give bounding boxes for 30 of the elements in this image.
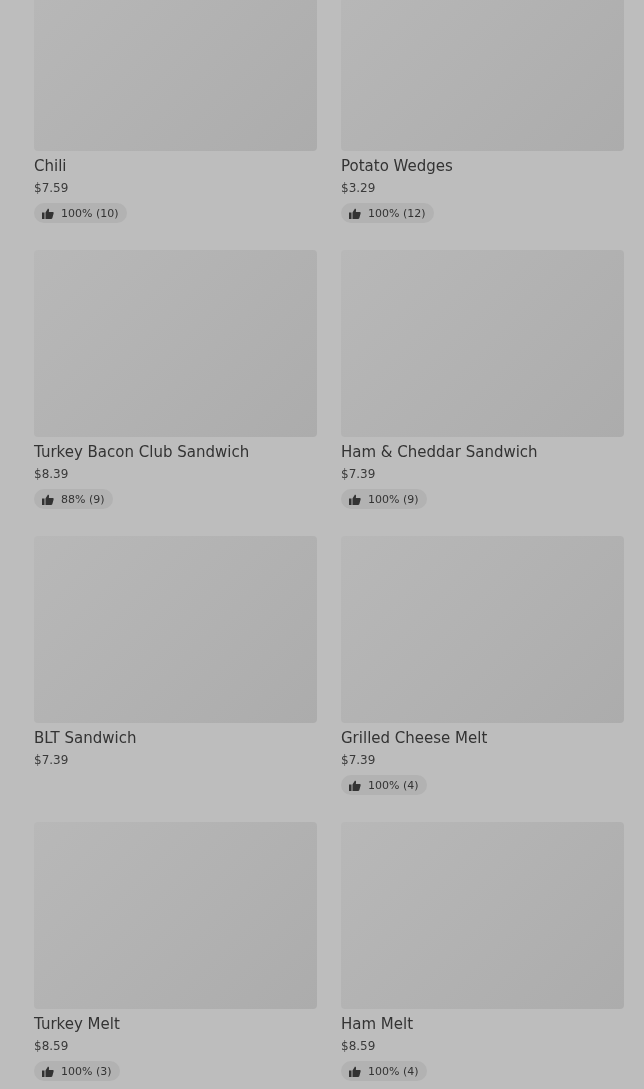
item-name: Turkey Melt bbox=[34, 1014, 120, 1034]
thumbs-up-icon bbox=[349, 493, 361, 505]
item-price: $7.39 bbox=[341, 752, 376, 769]
thumbs-up-icon bbox=[349, 1065, 361, 1077]
item-name: Potato Wedges bbox=[341, 156, 453, 176]
rating-badge: 100% (9) bbox=[341, 489, 427, 509]
rating-badge: 88% (9) bbox=[34, 489, 113, 509]
item-price: $8.59 bbox=[34, 1038, 69, 1055]
item-price: $8.39 bbox=[34, 466, 69, 483]
rating-badge: 100% (12) bbox=[341, 203, 434, 223]
item-price: $7.39 bbox=[341, 466, 376, 483]
item-name: Chili bbox=[34, 156, 67, 176]
item-name: Ham & Cheddar Sandwich bbox=[341, 442, 538, 462]
rating-badge: 100% (10) bbox=[34, 203, 127, 223]
rating-badge: 100% (4) bbox=[341, 1061, 427, 1081]
item-name: Turkey Bacon Club Sandwich bbox=[34, 442, 250, 462]
thumbs-up-icon bbox=[42, 207, 54, 219]
rating-badge: 100% (3) bbox=[34, 1061, 120, 1081]
thumbs-up-icon bbox=[42, 493, 54, 505]
item-name: Grilled Cheese Melt bbox=[341, 728, 488, 748]
rating-badge: 100% (4) bbox=[341, 775, 427, 795]
thumbs-up-icon bbox=[42, 1065, 54, 1077]
item-name: BLT Sandwich bbox=[34, 728, 137, 748]
item-price: $7.39 bbox=[34, 752, 69, 769]
item-price: $8.59 bbox=[341, 1038, 376, 1055]
item-name: Ham Melt bbox=[341, 1014, 414, 1034]
item-price: $7.59 bbox=[34, 180, 69, 197]
thumbs-up-icon bbox=[349, 779, 361, 791]
item-price: $3.29 bbox=[341, 180, 376, 197]
thumbs-up-icon bbox=[349, 207, 361, 219]
